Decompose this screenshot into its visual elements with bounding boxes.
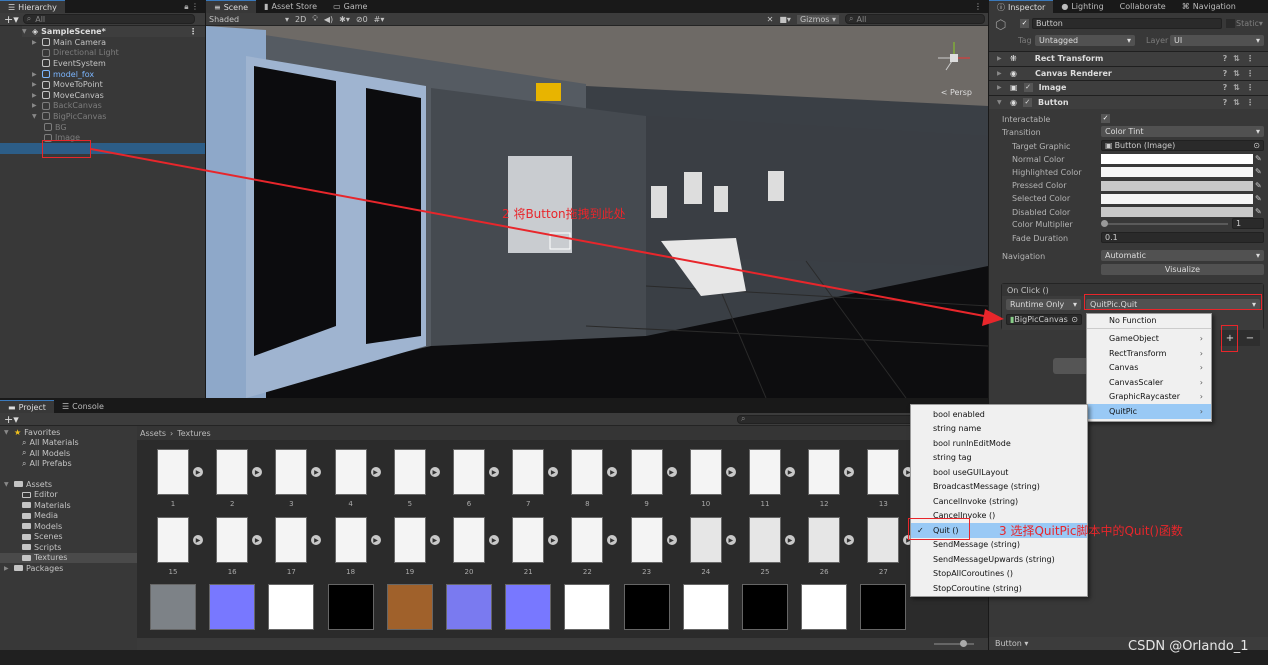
highlight-quit-item [908,518,970,540]
highlight-add-button [1221,325,1238,352]
drag-arrow [90,148,996,319]
highlight-button-item [42,140,91,158]
annotation-layer [90,148,1004,326]
annotation-step2: 2 将Button拖拽到此处 [502,207,626,221]
annotation-step3: 3 选择QuitPic脚本中的Quit()函数 [999,524,1183,538]
arrow-head [982,309,1004,326]
highlight-function-dropdown [1084,294,1262,310]
watermark: CSDN @Orlando_1 [1128,639,1249,654]
